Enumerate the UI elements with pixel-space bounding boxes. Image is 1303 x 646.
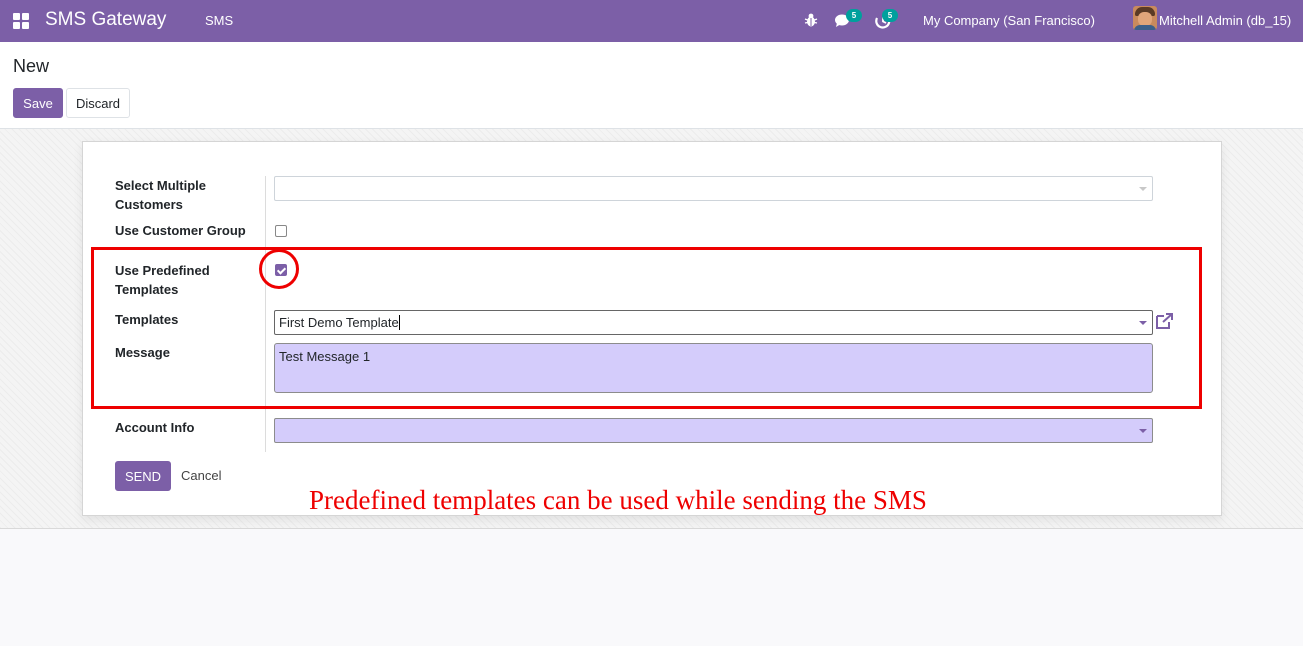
save-button[interactable]: Save xyxy=(13,88,63,118)
select-customers-field[interactable] xyxy=(274,176,1153,201)
breadcrumb: New xyxy=(13,56,50,76)
templates-field[interactable]: First Demo Template​ xyxy=(274,310,1153,335)
bug-icon[interactable] xyxy=(803,12,819,28)
select-customers-label: Select Multiple Customers xyxy=(115,178,207,212)
avatar[interactable] xyxy=(1133,6,1157,30)
predefined-templates-label: Use Predefined Templates xyxy=(115,263,210,297)
chevron-down-icon xyxy=(1139,187,1147,191)
cancel-button[interactable]: Cancel xyxy=(181,461,221,491)
content-area: Select Multiple Customers Use Customer G… xyxy=(0,129,1303,529)
label-divider xyxy=(265,176,266,452)
discard-button[interactable]: Discard xyxy=(66,88,130,118)
control-panel: New Save Discard xyxy=(0,42,1303,129)
top-navbar: SMS Gateway SMS 5 5 My Company (San Fran… xyxy=(0,0,1303,42)
activities-count-badge: 5 xyxy=(882,9,898,22)
external-link-icon[interactable] xyxy=(1154,312,1174,330)
account-info-field[interactable] xyxy=(274,418,1153,443)
customer-group-label: Use Customer Group xyxy=(115,223,246,238)
form-sheet: Select Multiple Customers Use Customer G… xyxy=(82,141,1222,516)
chevron-down-icon xyxy=(1139,321,1147,325)
annotation-caption: Predefined templates can be used while s… xyxy=(309,485,927,515)
apps-grid-icon[interactable] xyxy=(13,13,29,29)
menu-item-sms[interactable]: SMS xyxy=(205,13,233,28)
send-button[interactable]: SEND xyxy=(115,461,171,491)
company-switcher[interactable]: My Company (San Francisco) xyxy=(923,13,1095,28)
customer-group-checkbox[interactable] xyxy=(275,225,287,237)
app-title[interactable]: SMS Gateway xyxy=(45,9,166,31)
chevron-down-icon xyxy=(1139,429,1147,433)
message-label: Message xyxy=(115,345,170,360)
templates-value: First Demo Template xyxy=(279,315,399,330)
predefined-templates-checkbox[interactable] xyxy=(275,264,287,276)
messages-count-badge: 5 xyxy=(846,9,862,22)
message-textarea[interactable]: Test Message 1 xyxy=(274,343,1153,393)
templates-label: Templates xyxy=(115,312,179,327)
account-info-label: Account Info xyxy=(115,420,195,435)
text-cursor: ​ xyxy=(398,315,400,330)
user-menu[interactable]: Mitchell Admin (db_15) xyxy=(1159,13,1291,28)
